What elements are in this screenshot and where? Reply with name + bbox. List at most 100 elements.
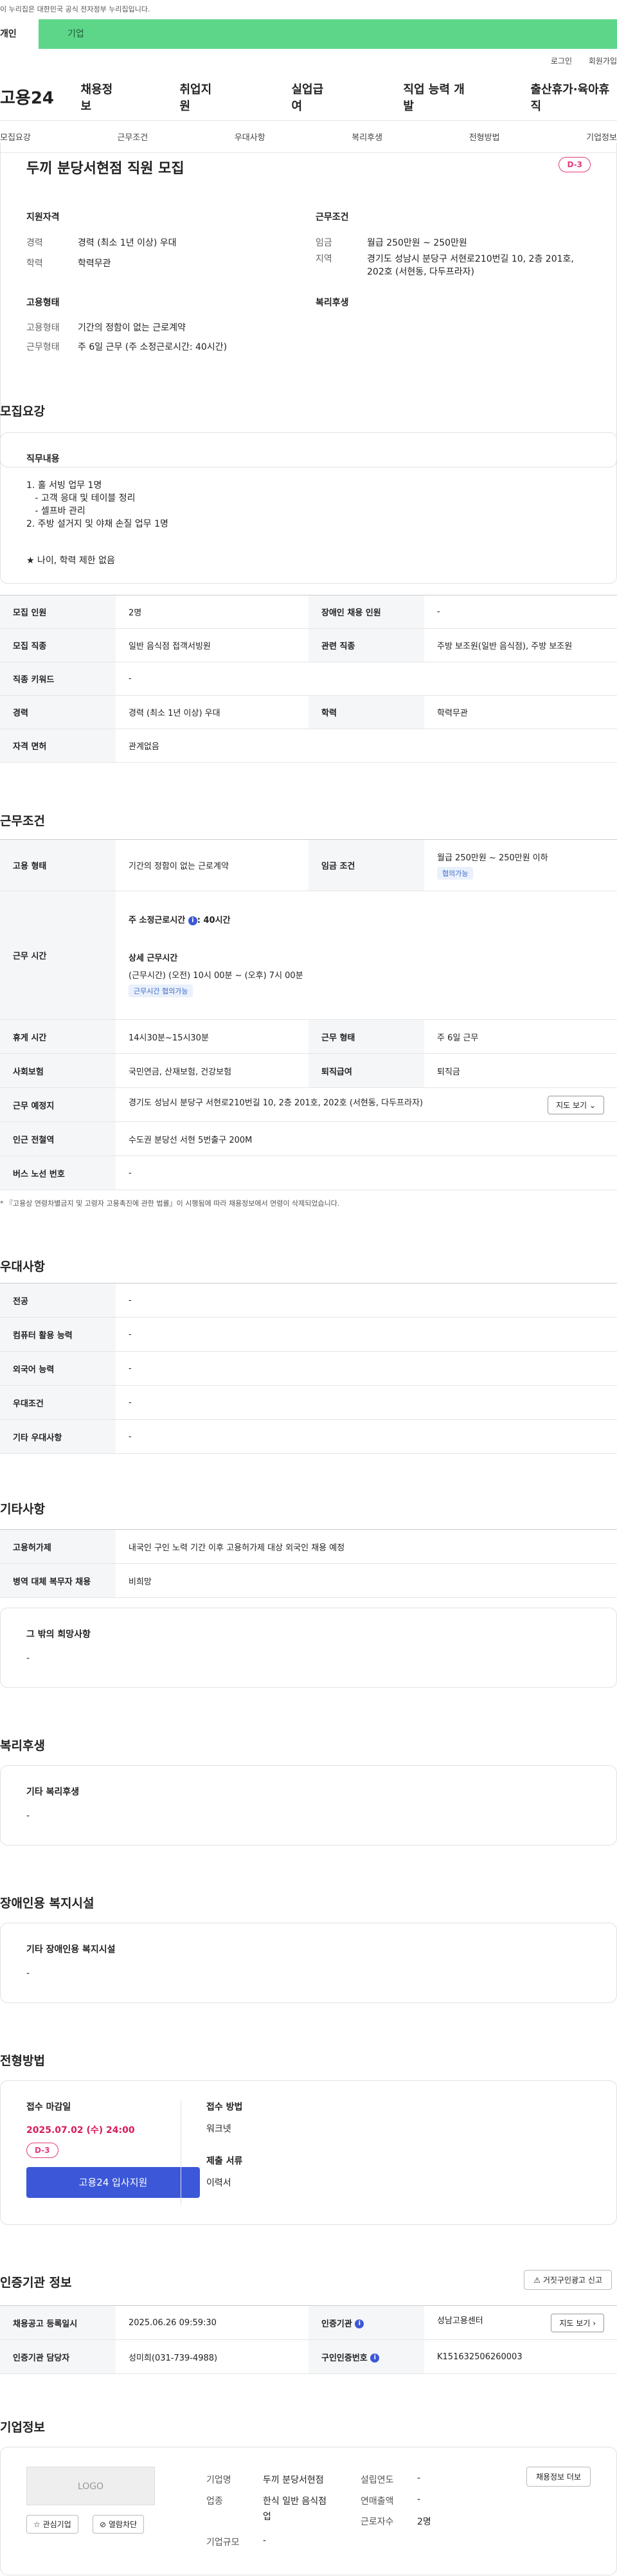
job-summary-card: 두끼 분당서현점 직원 모집 D-3 지원자격 경력 경력 (최소 1년 이상) … bbox=[0, 143, 617, 467]
favorite-company-button[interactable]: ☆ 관심기업 bbox=[26, 2515, 78, 2534]
wage-value: 월급 250만원 ~ 250만원 이하 bbox=[437, 853, 548, 863]
duty-heading: 직무내용 bbox=[26, 454, 60, 464]
info-icon[interactable]: i bbox=[370, 2354, 380, 2363]
gnb-item-skills-training[interactable]: 직업 능력 개발 bbox=[403, 80, 472, 114]
gnb-item-employment-support[interactable]: 취업지원 bbox=[179, 80, 220, 114]
cell-value: K151632506260003 bbox=[424, 2339, 617, 2374]
info-icon[interactable]: i bbox=[355, 2319, 364, 2328]
other-wish-heading: 그 밖의 희망사항 bbox=[26, 1629, 91, 1640]
company-name-value: 두끼 분당서현점 bbox=[263, 2475, 324, 2485]
false-ad-report-button[interactable]: ⚠ 거짓구인광고 신고 bbox=[524, 2270, 612, 2290]
cell-label: 고용 형태 bbox=[0, 839, 116, 891]
tab-personal[interactable]: 개인 bbox=[0, 19, 39, 49]
user-type-tabs: 개인 기업 bbox=[0, 19, 617, 49]
chevron-right-icon: › bbox=[593, 2318, 596, 2328]
age-law-note: * 『고용상 연령차별금지 및 고령자 고용촉진에 관한 법률』이 시행됨에 따… bbox=[0, 1199, 340, 1208]
disabled-title: 장애인용 복지시설 bbox=[0, 1896, 94, 1910]
cell-value: 경력 (최소 1년 이상) 우대 bbox=[116, 695, 308, 729]
duty-line-4: 2. 주방 설거지 및 야채 손질 업무 1명 bbox=[26, 519, 168, 529]
place-cell: 경기도 성남시 분당구 서현로210번길 10, 2층 201호, 202호 (… bbox=[116, 1087, 617, 1122]
company-name-label: 기업명 bbox=[206, 2475, 231, 2485]
cell-value: 일반 음식점 접객서빙원 bbox=[116, 628, 308, 662]
cell-label: 컴퓨터 활용 능력 bbox=[0, 1317, 116, 1352]
table-row: 자격 면허 관계없음 bbox=[0, 729, 617, 763]
cell-label: 근무 시간 bbox=[0, 891, 116, 1020]
cell-label: 근무 형태 bbox=[308, 1019, 424, 1054]
year-label: 설립연도 bbox=[361, 2475, 394, 2485]
table-row: 고용 형태 기간의 정함이 없는 근로계약 임금 조건 월급 250만원 ~ 2… bbox=[0, 839, 617, 891]
table-row: 모집 인원 2명 장애인 채용 인원 - bbox=[0, 595, 617, 629]
employees-value: 2명 bbox=[417, 2517, 431, 2527]
cell-label: 고용허가제 bbox=[0, 1529, 116, 1564]
disabled-box-heading: 기타 장애인용 복지시설 bbox=[26, 1945, 116, 1955]
subnav-process[interactable]: 전형방법 bbox=[469, 131, 500, 143]
cell-label: 임금 조건 bbox=[308, 839, 424, 891]
more-jobs-button[interactable]: 채용정보 더보 bbox=[526, 2467, 591, 2487]
size-value: - bbox=[263, 2535, 267, 2546]
conditions-title: 근무조건 bbox=[0, 814, 45, 828]
deadline-heading: 접수 마감일 bbox=[26, 2102, 71, 2112]
company-logo-placeholder: LOGO bbox=[26, 2467, 155, 2505]
table-row: 고용허가제 내국인 구인 노력 기간 이후 고용허가제 대상 외국인 채용 예정 bbox=[0, 1529, 617, 1564]
subnav-conditions[interactable]: 근무조건 bbox=[117, 131, 148, 143]
site-logo[interactable]: 고용24 bbox=[0, 85, 81, 109]
cell-value: 기간의 정함이 없는 근로계약 bbox=[116, 839, 308, 891]
conditions-table: 고용 형태 기간의 정함이 없는 근로계약 임금 조건 월급 250만원 ~ 2… bbox=[0, 839, 617, 1190]
gnb-item-parental-leave[interactable]: 출산휴가·육아휴직 bbox=[530, 80, 617, 114]
cell-label: 전공 bbox=[0, 1283, 116, 1318]
agency-map-button[interactable]: 지도 보기 › bbox=[551, 2313, 604, 2332]
gnb-item-jobs[interactable]: 채용정보 bbox=[81, 80, 122, 114]
subnav-company[interactable]: 기업정보 bbox=[586, 131, 617, 143]
gnb-item-unemployment-benefit[interactable]: 실업급여 bbox=[291, 80, 332, 114]
size-label: 기업규모 bbox=[206, 2537, 240, 2548]
other-wish-box: 그 밖의 희망사항 - bbox=[0, 1608, 617, 1688]
login-link[interactable]: 로그인 bbox=[551, 57, 572, 66]
prefer-title: 우대사항 bbox=[0, 1260, 45, 1274]
table-row: 인근 전철역 수도권 분당선 서현 5번출구 200M bbox=[0, 1121, 617, 1156]
cell-label: 버스 노선 번호 bbox=[0, 1156, 116, 1190]
block-view-button[interactable]: ⊘ 열람차단 bbox=[93, 2515, 145, 2534]
cell-value: 14시30분~15시30분 bbox=[116, 1019, 308, 1054]
table-row: 병역 대체 복무자 채용 비희망 bbox=[0, 1563, 617, 1598]
cell-label: 직종 키워드 bbox=[0, 662, 116, 696]
welfare-heading: 복리후생 bbox=[316, 298, 349, 308]
cell-value: 수도권 분당선 서현 5번출구 200M bbox=[116, 1121, 617, 1156]
recruit-table: 모집 인원 2명 장애인 채용 인원 - 모집 직종 일반 음식점 접객서빙원 … bbox=[0, 595, 617, 763]
agency-title: 인증기관 정보 bbox=[0, 2276, 72, 2290]
cell-value: - bbox=[116, 1317, 617, 1352]
dday-badge: D-3 bbox=[559, 157, 591, 172]
table-row: 근무 예정지 경기도 성남시 분당구 서현로210번길 10, 2층 201호,… bbox=[0, 1087, 617, 1122]
method-heading: 접수 방법 bbox=[206, 2102, 243, 2112]
job-title: 두끼 분당서현점 직원 모집 bbox=[26, 161, 184, 177]
industry-label: 업종 bbox=[206, 2496, 223, 2507]
region-summary: 지역 경기도 성남시 분당구 서현로210번길 10, 2층 201호, bbox=[316, 254, 574, 264]
map-button[interactable]: 지도 보기 ⌄ bbox=[548, 1095, 604, 1114]
cell-value: - bbox=[116, 1283, 617, 1318]
agency-table: 채용공고 등록일시 2025.06.26 09:59:30 인증기관 i 성남고… bbox=[0, 2305, 617, 2374]
cell-label: 장애인 채용 인원 bbox=[308, 595, 424, 629]
cell-value: 퇴직금 bbox=[424, 1053, 617, 1088]
cell-value: 주 6일 근무 bbox=[424, 1019, 617, 1054]
process-box: 접수 마감일 2025.07.02 (수) 24:00 D-3 고용24 입사지… bbox=[0, 2080, 617, 2225]
tab-company[interactable]: 기업 bbox=[39, 19, 617, 49]
table-row: 직종 키워드 - bbox=[0, 662, 617, 696]
join-link[interactable]: 회원가입 bbox=[589, 57, 617, 66]
cell-label: 학력 bbox=[308, 695, 424, 729]
subnav-prefer[interactable]: 우대사항 bbox=[235, 131, 265, 143]
table-row: 외국어 능력 - bbox=[0, 1351, 617, 1386]
global-nav: 고용24 채용정보 취업지원 실업급여 직업 능력 개발 출산휴가·육아휴직 bbox=[0, 73, 617, 121]
subnav-recruit[interactable]: 모집요강 bbox=[0, 131, 31, 143]
table-row: 채용공고 등록일시 2025.06.26 09:59:30 인증기관 i 성남고… bbox=[0, 2305, 617, 2340]
time-detail-heading: 상세 근무시간 bbox=[129, 954, 178, 963]
docs-heading: 제출 서류 bbox=[206, 2156, 243, 2166]
table-row: 컴퓨터 활용 능력 - bbox=[0, 1317, 617, 1352]
info-icon[interactable]: i bbox=[188, 916, 197, 925]
deadline-value: 2025.07.02 (수) 24:00 bbox=[26, 2125, 135, 2136]
apply-button[interactable]: 고용24 입사지원 bbox=[26, 2167, 200, 2198]
other-wish-value: - bbox=[26, 1653, 30, 1664]
sales-label: 연매출액 bbox=[361, 2496, 394, 2507]
subnav-welfare[interactable]: 복리후생 bbox=[352, 131, 382, 143]
cell-label: 인근 전철역 bbox=[0, 1121, 116, 1156]
recruit-title: 모집요강 bbox=[0, 404, 45, 419]
table-row: 휴게 시간 14시30분~15시30분 근무 형태 주 6일 근무 bbox=[0, 1019, 617, 1054]
